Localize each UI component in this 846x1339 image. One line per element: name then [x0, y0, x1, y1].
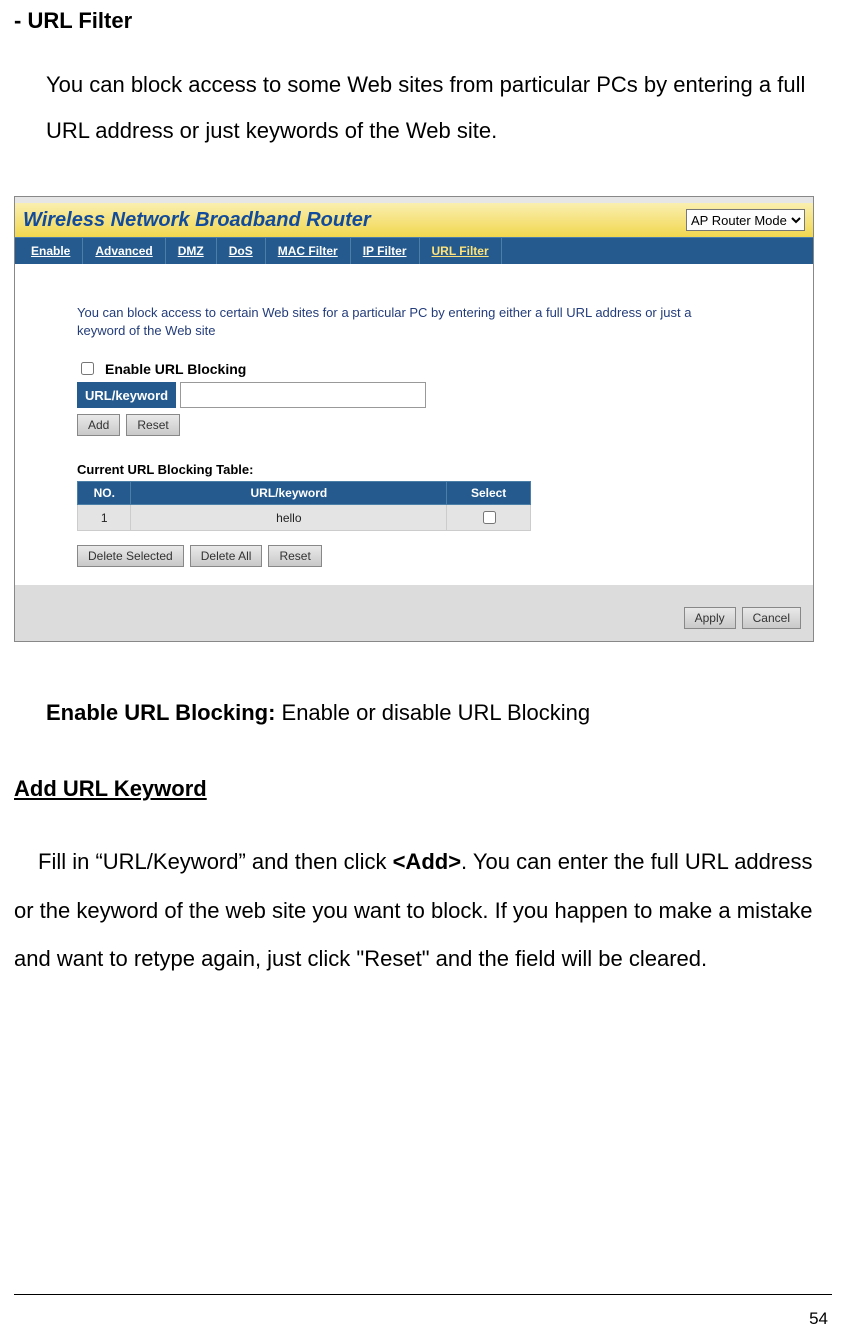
tab-ip-filter[interactable]: IP Filter: [351, 238, 420, 264]
intro-text: You can block access to some Web sites f…: [46, 62, 832, 154]
table-row: 1 hello: [78, 505, 531, 531]
screenshot-description: You can block access to certain Web site…: [77, 304, 697, 339]
url-keyword-input-label: URL/keyword: [77, 382, 176, 408]
th-select: Select: [447, 482, 531, 505]
tab-dos[interactable]: DoS: [217, 238, 266, 264]
delete-selected-button[interactable]: Delete Selected: [77, 545, 184, 567]
tab-mac-filter[interactable]: MAC Filter: [266, 238, 351, 264]
blocking-table-title: Current URL Blocking Table:: [77, 462, 769, 477]
section-title: - URL Filter: [14, 8, 832, 34]
cell-no: 1: [78, 505, 131, 531]
add-url-body: Fill in “URL/Keyword” and then click <Ad…: [14, 838, 832, 983]
body-before-add: Fill in “URL/Keyword” and then click: [38, 849, 393, 874]
cell-url: hello: [131, 505, 447, 531]
footer-rule: [14, 1294, 832, 1295]
blocking-table: NO. URL/keyword Select 1 hello: [77, 481, 531, 531]
mode-dropdown[interactable]: AP Router Mode: [686, 209, 805, 231]
table-reset-button[interactable]: Reset: [268, 545, 321, 567]
th-no: NO.: [78, 482, 131, 505]
enable-blocking-bold: Enable URL Blocking:: [46, 700, 275, 725]
page-number: 54: [809, 1309, 828, 1329]
row-select-checkbox[interactable]: [483, 511, 496, 524]
url-keyword-input[interactable]: [180, 382, 426, 408]
tab-enable[interactable]: Enable: [19, 238, 83, 264]
router-ui-screenshot: Wireless Network Broadband Router AP Rou…: [14, 196, 814, 642]
add-url-keyword-heading: Add URL Keyword: [14, 776, 832, 802]
router-brand-title: Wireless Network Broadband Router: [23, 209, 686, 232]
cell-select: [447, 505, 531, 531]
tab-url-filter[interactable]: URL Filter: [420, 238, 502, 264]
reset-button[interactable]: Reset: [126, 414, 179, 436]
enable-url-blocking-label: Enable URL Blocking: [105, 361, 246, 377]
enable-blocking-rest: Enable or disable URL Blocking: [275, 700, 590, 725]
th-url: URL/keyword: [131, 482, 447, 505]
add-button[interactable]: Add: [77, 414, 120, 436]
delete-all-button[interactable]: Delete All: [190, 545, 263, 567]
apply-button[interactable]: Apply: [684, 607, 736, 629]
tab-dmz[interactable]: DMZ: [166, 238, 217, 264]
enable-blocking-paragraph: Enable URL Blocking: Enable or disable U…: [46, 700, 832, 726]
cancel-button[interactable]: Cancel: [742, 607, 801, 629]
tab-advanced[interactable]: Advanced: [83, 238, 165, 264]
add-bold: <Add>: [393, 849, 461, 874]
enable-url-blocking-checkbox[interactable]: [81, 362, 94, 375]
